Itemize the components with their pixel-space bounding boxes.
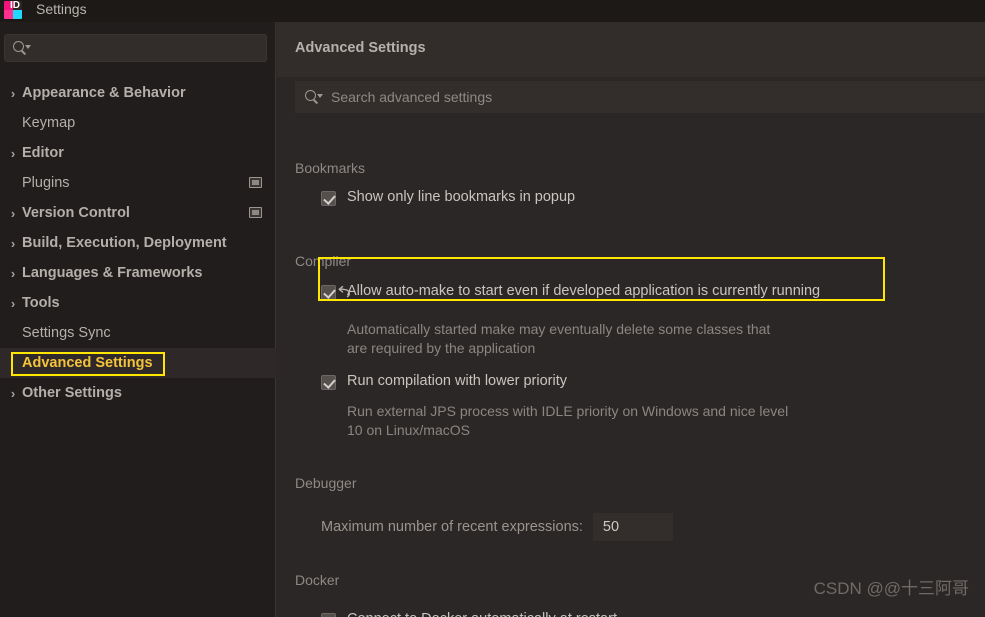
option-show-only-line-bookmarks[interactable]: Show only line bookmarks in popup <box>277 189 575 206</box>
group-title-compiler: Compiler <box>295 253 352 269</box>
chevron-right-icon: › <box>10 205 16 221</box>
option-connect-to-docker[interactable]: Connect to Docker automatically at resta… <box>277 611 617 617</box>
sidebar-item-label: Other Settings <box>22 385 122 401</box>
group-title-docker: Docker <box>295 572 340 588</box>
option-run-compilation-lower-priority[interactable]: Run compilation with lower priority <box>277 373 567 390</box>
chevron-placeholder-icon: › <box>4 117 22 130</box>
sidebar-item-plugins[interactable]: › Plugins <box>0 168 276 198</box>
sidebar-item-editor[interactable]: › Editor <box>0 138 276 168</box>
checkbox-checked-icon[interactable] <box>321 613 336 617</box>
recent-expressions-input[interactable]: 50 <box>592 513 673 541</box>
option-label: Run compilation with lower priority <box>347 373 567 389</box>
chevron-right-icon: › <box>10 265 16 281</box>
sidebar-item-keymap[interactable]: › Keymap <box>0 108 276 138</box>
sidebar-item-label: Appearance & Behavior <box>22 85 186 101</box>
chevron-right-icon: › <box>10 385 16 401</box>
search-placeholder: Search advanced settings <box>331 89 493 105</box>
field-value: 50 <box>602 519 620 535</box>
option-help-allow-auto-make: Automatically started make may eventuall… <box>277 320 770 358</box>
advanced-settings-panel: Advanced Settings Search advanced settin… <box>277 22 985 617</box>
page-title: Advanced Settings <box>295 40 426 56</box>
sidebar-item-other-settings[interactable]: › Other Settings <box>0 378 276 408</box>
group-title-bookmarks: Bookmarks <box>295 160 366 176</box>
field-label: Maximum number of recent expressions: <box>321 519 583 535</box>
jetbrains-logo-icon: ID <box>4 1 22 19</box>
advanced-settings-search-input[interactable]: Search advanced settings <box>295 81 985 113</box>
sidebar-item-advanced-settings[interactable]: › Advanced Settings <box>0 348 276 378</box>
settings-tree: › Appearance & Behavior › Keymap › Edito… <box>0 78 276 408</box>
sidebar-item-appearance-behavior[interactable]: › Appearance & Behavior <box>0 78 276 108</box>
sidebar-item-label: Languages & Frameworks <box>22 265 203 281</box>
option-allow-auto-make[interactable]: Allow auto-make to start even if develop… <box>277 283 820 300</box>
panel-header: Advanced Settings <box>277 22 985 77</box>
watermark-text: CSDN @@十三阿哥 <box>813 579 969 598</box>
sidebar-item-label: Tools <box>22 295 60 311</box>
chevron-right-icon: › <box>10 295 16 311</box>
window-title: Settings <box>36 1 87 17</box>
settings-window: ID Settings › Appearance & Behavior › Ke… <box>0 0 985 617</box>
sidebar-item-build-execution-deployment[interactable]: › Build, Execution, Deployment <box>0 228 276 258</box>
sidebar-item-label: Advanced Settings <box>22 355 153 371</box>
help-line: Automatically started make may eventuall… <box>347 321 771 337</box>
sidebar-item-tools[interactable]: › Tools <box>0 288 276 318</box>
settings-sidebar: › Appearance & Behavior › Keymap › Edito… <box>0 22 276 617</box>
sidebar-item-label: Settings Sync <box>22 325 111 341</box>
group-title-debugger: Debugger <box>295 475 357 491</box>
sidebar-search-input[interactable] <box>4 34 267 62</box>
help-line: 10 on Linux/macOS <box>347 422 470 438</box>
help-line: Run external JPS process with IDLE prior… <box>347 403 789 419</box>
help-line: are required by the application <box>347 340 536 356</box>
search-icon <box>305 90 323 104</box>
sidebar-item-label: Plugins <box>22 175 70 191</box>
sidebar-item-settings-sync[interactable]: › Settings Sync <box>0 318 276 348</box>
window-icon <box>249 177 262 188</box>
chevron-right-icon: › <box>10 235 16 251</box>
checkbox-checked-icon[interactable] <box>321 285 336 300</box>
sidebar-item-label: Keymap <box>22 115 76 131</box>
option-label: Connect to Docker automatically at resta… <box>347 611 617 617</box>
sidebar-item-label: Editor <box>22 145 64 161</box>
chevron-right-icon: › <box>10 145 16 161</box>
revert-arrow-icon[interactable] <box>335 284 353 300</box>
option-help-run-compilation: Run external JPS process with IDLE prior… <box>277 402 788 440</box>
sidebar-item-version-control[interactable]: › Version Control <box>0 198 276 228</box>
search-icon <box>13 41 31 55</box>
window-icon <box>249 207 262 218</box>
checkbox-checked-icon[interactable] <box>321 375 336 390</box>
field-maximum-recent-expressions: Maximum number of recent expressions: 50 <box>321 513 673 541</box>
option-label: Show only line bookmarks in popup <box>347 189 576 205</box>
sidebar-item-label: Version Control <box>22 205 130 221</box>
app-icon-letter: ID <box>10 1 20 11</box>
chevron-placeholder-icon: › <box>4 177 22 190</box>
chevron-placeholder-icon: › <box>4 357 22 370</box>
checkbox-checked-icon[interactable] <box>321 191 336 206</box>
sidebar-item-label: Build, Execution, Deployment <box>22 235 227 251</box>
option-label: Allow auto-make to start even if develop… <box>347 283 821 299</box>
title-bar: ID Settings <box>0 0 985 22</box>
chevron-right-icon: › <box>10 85 16 101</box>
settings-content: Bookmarks Show only line bookmarks in po… <box>277 117 985 617</box>
sidebar-item-languages-frameworks[interactable]: › Languages & Frameworks <box>0 258 276 288</box>
chevron-placeholder-icon: › <box>4 327 22 340</box>
